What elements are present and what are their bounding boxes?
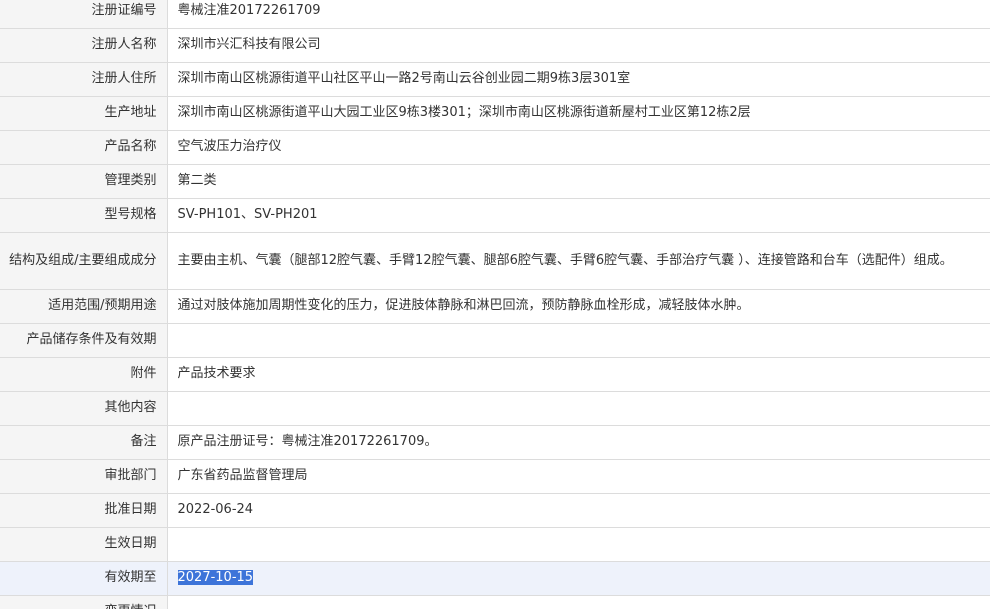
row-value xyxy=(167,323,990,358)
row-value xyxy=(167,527,990,562)
row-label: 有效期至 xyxy=(0,561,168,596)
table-row-other-content: 其他内容 xyxy=(0,391,990,426)
row-value: SV-PH101、SV-PH201 xyxy=(167,198,990,233)
table-row-registration-number: 注册证编号 粤械注准20172261709 xyxy=(0,0,990,29)
table-row-valid-until: 有效期至 2027-10-15 xyxy=(0,561,990,596)
row-label: 产品储存条件及有效期 xyxy=(0,323,168,358)
row-label: 结构及组成/主要组成成分 xyxy=(0,232,168,290)
table-row-storage-conditions: 产品储存条件及有效期 xyxy=(0,323,990,358)
row-label: 批准日期 xyxy=(0,493,168,528)
row-label: 生效日期 xyxy=(0,527,168,562)
row-label: 型号规格 xyxy=(0,198,168,233)
registration-detail-page: 注册证编号 粤械注准20172261709 注册人名称 深圳市兴汇科技有限公司 … xyxy=(0,0,990,609)
table-row-effective-date: 生效日期 xyxy=(0,527,990,562)
row-value xyxy=(167,595,990,609)
table-row-approval-department: 审批部门 广东省药品监督管理局 xyxy=(0,459,990,494)
row-value: 广东省药品监督管理局 xyxy=(167,459,990,494)
row-label: 附件 xyxy=(0,357,168,392)
registration-detail-table: 注册证编号 粤械注准20172261709 注册人名称 深圳市兴汇科技有限公司 … xyxy=(0,0,990,609)
row-label: 注册人住所 xyxy=(0,62,168,97)
row-value: 通过对肢体施加周期性变化的压力，促进肢体静脉和淋巴回流，预防静脉血栓形成，减轻肢… xyxy=(167,289,990,324)
row-label: 生产地址 xyxy=(0,96,168,131)
row-label: 产品名称 xyxy=(0,130,168,165)
row-label: 其他内容 xyxy=(0,391,168,426)
row-value: 粤械注准20172261709 xyxy=(167,0,990,29)
row-value: 深圳市南山区桃源街道平山社区平山一路2号南山云谷创业园二期9栋3层301室 xyxy=(167,62,990,97)
row-label: 适用范围/预期用途 xyxy=(0,289,168,324)
row-label: 注册证编号 xyxy=(0,0,168,29)
row-value: 深圳市南山区桃源街道平山大园工业区9栋3楼301；深圳市南山区桃源街道新屋村工业… xyxy=(167,96,990,131)
selected-text[interactable]: 2027-10-15 xyxy=(177,570,254,585)
table-row-management-category: 管理类别 第二类 xyxy=(0,164,990,199)
row-label: 变更情况 xyxy=(0,595,168,609)
table-row-registrant-name: 注册人名称 深圳市兴汇科技有限公司 xyxy=(0,28,990,63)
table-row-attachment: 附件 产品技术要求 xyxy=(0,357,990,392)
table-row-change-status: 变更情况 xyxy=(0,595,990,609)
row-label: 管理类别 xyxy=(0,164,168,199)
table-row-production-address: 生产地址 深圳市南山区桃源街道平山大园工业区9栋3楼301；深圳市南山区桃源街道… xyxy=(0,96,990,131)
row-label: 注册人名称 xyxy=(0,28,168,63)
row-value: 空气波压力治疗仪 xyxy=(167,130,990,165)
table-row-registrant-address: 注册人住所 深圳市南山区桃源街道平山社区平山一路2号南山云谷创业园二期9栋3层3… xyxy=(0,62,990,97)
table-row-model-spec: 型号规格 SV-PH101、SV-PH201 xyxy=(0,198,990,233)
table-row-remarks: 备注 原产品注册证号：粤械注准20172261709。 xyxy=(0,425,990,460)
row-value: 主要由主机、气囊（腿部12腔气囊、手臂12腔气囊、腿部6腔气囊、手臂6腔气囊、手… xyxy=(167,232,990,290)
table-row-product-name: 产品名称 空气波压力治疗仪 xyxy=(0,130,990,165)
table-row-intended-use: 适用范围/预期用途 通过对肢体施加周期性变化的压力，促进肢体静脉和淋巴回流，预防… xyxy=(0,289,990,324)
row-label: 审批部门 xyxy=(0,459,168,494)
row-value: 产品技术要求 xyxy=(167,357,990,392)
row-value: 深圳市兴汇科技有限公司 xyxy=(167,28,990,63)
row-value: 2027-10-15 xyxy=(167,561,990,596)
row-value: 原产品注册证号：粤械注准20172261709。 xyxy=(167,425,990,460)
table-row-approval-date: 批准日期 2022-06-24 xyxy=(0,493,990,528)
row-value: 2022-06-24 xyxy=(167,493,990,528)
table-row-structure-composition: 结构及组成/主要组成成分 主要由主机、气囊（腿部12腔气囊、手臂12腔气囊、腿部… xyxy=(0,232,990,290)
row-label: 备注 xyxy=(0,425,168,460)
row-value xyxy=(167,391,990,426)
row-value: 第二类 xyxy=(167,164,990,199)
